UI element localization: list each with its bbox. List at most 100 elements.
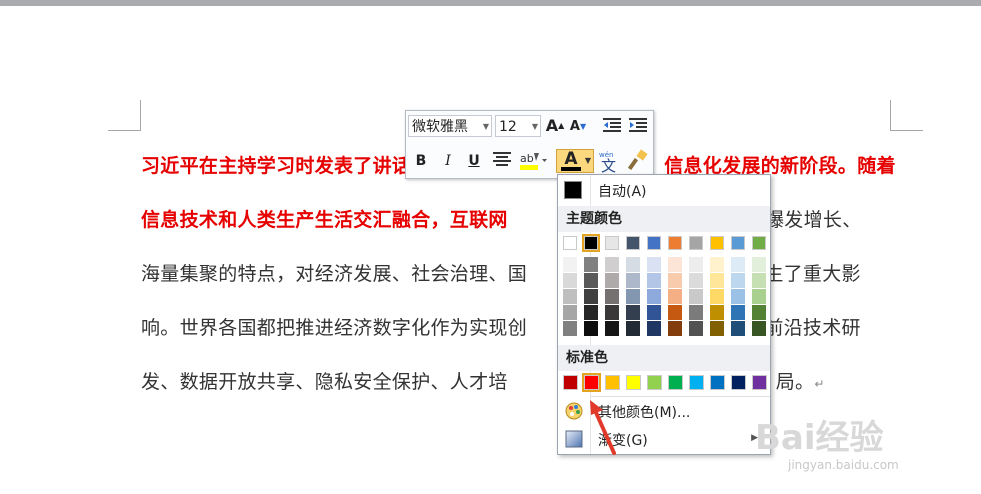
underline-button[interactable]: U	[464, 151, 484, 171]
automatic-color-item[interactable]: 自动(A)	[558, 175, 770, 205]
theme-shade-swatch[interactable]	[584, 257, 598, 272]
format-painter-button[interactable]	[626, 149, 650, 171]
text-line: 发、数据开放共享、隐私安全保护、人才培 局。↵	[141, 362, 901, 416]
theme-shade-swatch[interactable]	[563, 257, 577, 272]
highlight-button[interactable]: ab	[518, 149, 548, 170]
theme-shade-swatch[interactable]	[689, 305, 703, 320]
automatic-color-label: 自动(A)	[598, 184, 647, 200]
theme-shade-swatch[interactable]	[647, 321, 661, 336]
font-size-value: 12	[499, 119, 517, 135]
theme-shade-swatch[interactable]	[689, 321, 703, 336]
theme-shade-swatch[interactable]	[626, 289, 640, 304]
standard-color-swatch[interactable]	[582, 373, 601, 392]
theme-shade-swatch[interactable]	[626, 257, 640, 272]
theme-color-swatch[interactable]	[582, 234, 600, 252]
standard-color-swatch[interactable]	[605, 375, 620, 390]
theme-shade-swatch[interactable]	[689, 273, 703, 288]
increase-indent-button[interactable]	[628, 116, 648, 136]
crop-mark-top-right	[890, 100, 923, 131]
theme-color-swatch[interactable]	[752, 236, 766, 250]
font-name-combo[interactable]: 微软雅黑 ▼	[408, 115, 492, 137]
align-center-icon	[493, 152, 511, 166]
theme-shade-swatch[interactable]	[668, 273, 682, 288]
theme-shade-swatch[interactable]	[689, 257, 703, 272]
standard-color-swatch[interactable]	[710, 375, 725, 390]
center-align-button[interactable]	[492, 151, 512, 171]
theme-shade-swatch[interactable]	[605, 273, 619, 288]
theme-shade-swatch[interactable]	[647, 273, 661, 288]
bold-button[interactable]: B	[411, 151, 431, 171]
theme-color-swatch[interactable]	[563, 236, 577, 250]
standard-color-swatch[interactable]	[563, 375, 578, 390]
phonetic-guide-button[interactable]: wén 文	[598, 149, 622, 175]
theme-shade-swatch[interactable]	[563, 273, 577, 288]
theme-shade-swatch[interactable]	[626, 305, 640, 320]
theme-shade-swatch[interactable]	[605, 305, 619, 320]
theme-colors-header: 主题颜色	[558, 206, 770, 232]
theme-shade-swatch[interactable]	[752, 289, 766, 304]
standard-color-swatch[interactable]	[689, 375, 704, 390]
theme-shade-swatch[interactable]	[731, 273, 745, 288]
theme-shade-swatch[interactable]	[605, 257, 619, 272]
theme-shade-swatch[interactable]	[563, 305, 577, 320]
theme-shade-swatch[interactable]	[584, 273, 598, 288]
theme-color-swatch[interactable]	[647, 236, 661, 250]
theme-shade-swatch[interactable]	[731, 257, 745, 272]
paragraph-mark: ↵	[814, 377, 825, 391]
theme-shade-swatch[interactable]	[647, 305, 661, 320]
theme-shade-swatch[interactable]	[668, 289, 682, 304]
text-line: 响。世界各国都把推进经济数字化作为实现创 在前沿技术研	[141, 308, 901, 362]
theme-shade-swatch[interactable]	[710, 273, 724, 288]
standard-color-swatch[interactable]	[647, 375, 662, 390]
document-paragraph[interactable]: 习近平在主持学习时发表了讲话 信息化发展的新阶段。随着 信息技术和人类生产生活交汇…	[141, 146, 901, 416]
theme-shade-swatch[interactable]	[563, 289, 577, 304]
standard-color-swatch[interactable]	[752, 375, 767, 390]
theme-shade-swatch[interactable]	[584, 321, 598, 336]
theme-shade-swatch[interactable]	[731, 305, 745, 320]
italic-button[interactable]: I	[438, 151, 458, 171]
grow-font-button[interactable]: A▲	[545, 116, 565, 136]
theme-shade-swatch[interactable]	[710, 257, 724, 272]
theme-shade-swatch[interactable]	[752, 321, 766, 336]
text-line: 海量集聚的特点，对经济发展、社会治理、国 产生了重大影	[141, 254, 901, 308]
theme-shade-swatch[interactable]	[710, 289, 724, 304]
theme-shade-swatch[interactable]	[605, 321, 619, 336]
theme-shade-swatch[interactable]	[647, 257, 661, 272]
theme-color-swatch[interactable]	[605, 236, 619, 250]
theme-shade-swatch[interactable]	[731, 321, 745, 336]
theme-shade-swatch[interactable]	[668, 305, 682, 320]
theme-shade-swatch[interactable]	[731, 289, 745, 304]
theme-shade-swatch[interactable]	[752, 273, 766, 288]
theme-shade-swatch[interactable]	[626, 321, 640, 336]
standard-color-swatch[interactable]	[731, 375, 746, 390]
theme-shade-swatch[interactable]	[689, 289, 703, 304]
theme-color-swatch[interactable]	[689, 236, 703, 250]
theme-shade-swatch[interactable]	[668, 257, 682, 272]
text-line: 信息技术和人类生产生活交汇融合，互联网 现爆发增长、	[141, 200, 901, 254]
theme-shade-swatch[interactable]	[668, 321, 682, 336]
standard-color-swatch[interactable]	[626, 375, 641, 390]
theme-shade-swatch[interactable]	[647, 289, 661, 304]
shrink-font-button[interactable]: A▼	[568, 117, 588, 137]
paintbrush-icon	[627, 149, 648, 171]
theme-shade-swatch[interactable]	[710, 321, 724, 336]
theme-color-swatch[interactable]	[626, 236, 640, 250]
text-segment: 响。世界各国都把推进经济数字化作为实现创	[141, 317, 528, 339]
theme-color-swatch[interactable]	[731, 236, 745, 250]
theme-shade-swatch[interactable]	[752, 305, 766, 320]
theme-shade-swatch[interactable]	[752, 257, 766, 272]
font-color-bar	[561, 167, 581, 171]
theme-color-swatch[interactable]	[668, 236, 682, 250]
font-size-combo[interactable]: 12 ▼	[495, 115, 541, 137]
svg-text:ab: ab	[520, 152, 534, 165]
theme-shade-swatch[interactable]	[626, 273, 640, 288]
theme-shade-swatch[interactable]	[605, 289, 619, 304]
theme-color-swatch[interactable]	[710, 236, 724, 250]
theme-shade-swatch[interactable]	[563, 321, 577, 336]
standard-color-swatch[interactable]	[668, 375, 683, 390]
theme-shade-swatch[interactable]	[710, 305, 724, 320]
theme-shade-swatch[interactable]	[584, 289, 598, 304]
decrease-indent-button[interactable]	[602, 116, 622, 136]
theme-shade-swatch[interactable]	[584, 305, 598, 320]
font-color-button[interactable]: A ▼	[556, 149, 594, 173]
